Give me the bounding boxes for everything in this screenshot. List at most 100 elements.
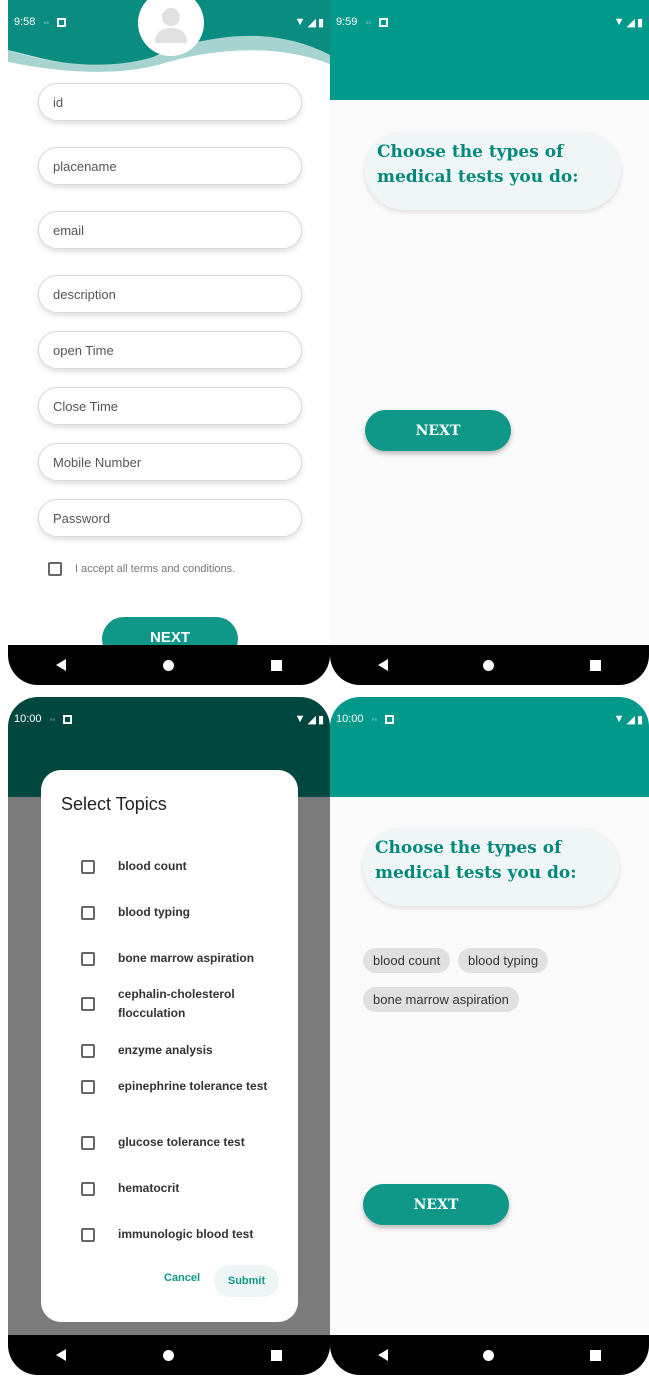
terms-checkbox[interactable] xyxy=(48,562,62,576)
status-icons: ▼ ◢ ▮ xyxy=(295,16,324,29)
nav-bar xyxy=(330,645,649,685)
topic-checkbox[interactable] xyxy=(81,951,95,966)
recent-square-icon[interactable] xyxy=(270,659,282,671)
description-field[interactable]: description xyxy=(38,275,302,313)
open-time-field[interactable]: open Time xyxy=(38,331,302,369)
id-field[interactable]: id xyxy=(38,83,302,121)
topic-label: bone marrow aspiration xyxy=(118,951,255,965)
notification-icon: ◦◦ xyxy=(365,17,372,27)
dialog-title: Select Topics xyxy=(61,794,167,814)
signal-icon: ◢ xyxy=(626,16,635,29)
signal-icon: ◢ xyxy=(626,713,635,726)
selected-test-chip[interactable]: blood typing xyxy=(458,948,549,973)
battery-icon: ▮ xyxy=(317,713,324,726)
topic-label: cephalin-cholesterol flocculation xyxy=(118,987,235,1020)
topic-label: immunologic blood test xyxy=(118,1227,254,1241)
topic-option[interactable]: hematocrit xyxy=(81,1179,291,1198)
tests-prompt: Choose the types of medical tests you do… xyxy=(365,132,621,210)
topic-option[interactable]: enzyme analysis xyxy=(81,1041,291,1060)
topic-checkbox[interactable] xyxy=(81,905,95,920)
sim-icon xyxy=(63,714,73,724)
status-time: 10:00 xyxy=(14,713,42,725)
topic-label: blood count xyxy=(118,859,187,873)
recent-square-icon[interactable] xyxy=(590,1349,602,1361)
topic-checkbox[interactable] xyxy=(81,1181,95,1196)
wifi-icon: ▼ xyxy=(613,16,625,28)
topic-option[interactable]: blood typing xyxy=(81,903,291,922)
topic-option[interactable]: epinephrine tolerance test xyxy=(81,1077,291,1096)
home-circle-icon[interactable] xyxy=(162,659,174,671)
topic-label: glucose tolerance test xyxy=(118,1135,245,1149)
notification-icon: ◦◦ xyxy=(371,714,378,724)
topic-option[interactable]: cephalin-cholesterol flocculation xyxy=(81,985,291,1023)
nav-bar xyxy=(8,1335,330,1375)
battery-icon: ▮ xyxy=(636,713,643,726)
home-circle-icon[interactable] xyxy=(483,1349,495,1361)
status-bar: 10:00 ◦◦ ▼ ◢ ▮ xyxy=(330,697,649,741)
topic-checkbox[interactable] xyxy=(81,997,95,1011)
status-icons: ▼ ◢ ▮ xyxy=(614,16,643,29)
topic-label: enzyme analysis xyxy=(118,1043,213,1057)
back-triangle-icon[interactable] xyxy=(377,659,388,671)
sim-icon xyxy=(379,17,389,27)
topic-checkbox[interactable] xyxy=(81,1043,95,1058)
wifi-icon: ▼ xyxy=(613,713,625,725)
topic-option[interactable]: blood count xyxy=(81,857,291,876)
topic-label: hematocrit xyxy=(118,1181,180,1195)
status-time: 9:58 xyxy=(14,16,36,28)
status-time: 9:59 xyxy=(336,16,358,28)
back-triangle-icon[interactable] xyxy=(56,659,67,671)
wifi-icon: ▼ xyxy=(294,16,306,28)
next-button[interactable]: NEXT xyxy=(363,1184,509,1225)
topic-checkbox[interactable] xyxy=(81,859,95,874)
topic-option[interactable]: glucose tolerance test xyxy=(81,1133,291,1152)
topic-label: epinephrine tolerance test xyxy=(118,1079,268,1093)
sim-icon xyxy=(57,17,67,27)
submit-button[interactable]: Submit xyxy=(214,1265,279,1297)
tests-selected-screen: 10:00 ◦◦ ▼ ◢ ▮ Choose the types of medic… xyxy=(330,697,649,1375)
back-triangle-icon[interactable] xyxy=(377,1349,388,1361)
wifi-icon: ▼ xyxy=(294,713,306,725)
signal-icon: ◢ xyxy=(307,16,316,29)
status-bar: 9:59 ◦◦ ▼ ◢ ▮ xyxy=(330,0,649,44)
notification-icon: ◦◦ xyxy=(49,714,56,724)
status-icons: ▼ ◢ ▮ xyxy=(295,713,324,726)
back-triangle-icon[interactable] xyxy=(56,1349,67,1361)
selected-test-chip[interactable]: bone marrow aspiration xyxy=(363,987,519,1012)
topic-option[interactable]: bone marrow aspiration xyxy=(81,949,291,968)
topic-option[interactable]: immunologic blood test xyxy=(81,1225,291,1244)
nav-bar xyxy=(330,1335,649,1375)
placename-field[interactable]: placename xyxy=(38,147,302,185)
select-topics-screen: 10:00 ◦◦ ▼ ◢ ▮ Select Topics blood count… xyxy=(8,697,330,1375)
user-avatar-icon xyxy=(155,8,187,43)
registration-screen: 9:58 ◦◦ ▼ ◢ ▮ id placename email descrip… xyxy=(8,0,330,685)
status-bar: 10:00 ◦◦ ▼ ◢ ▮ xyxy=(8,697,330,741)
notification-icon: ◦◦ xyxy=(43,17,50,27)
tests-prompt: Choose the types of medical tests you do… xyxy=(363,828,619,906)
topic-label: blood typing xyxy=(118,905,190,919)
email-field[interactable]: email xyxy=(38,211,302,249)
close-time-field[interactable]: Close Time xyxy=(38,387,302,425)
topic-checkbox[interactable] xyxy=(81,1227,95,1242)
terms-row[interactable]: I accept all terms and conditions. xyxy=(48,562,235,576)
recent-square-icon[interactable] xyxy=(270,1349,282,1361)
topic-checkbox[interactable] xyxy=(81,1135,95,1150)
mobile-number-field[interactable]: Mobile Number xyxy=(38,443,302,481)
home-circle-icon[interactable] xyxy=(483,659,495,671)
sim-icon xyxy=(385,714,395,724)
cancel-button[interactable]: Cancel xyxy=(164,1272,200,1284)
status-icons: ▼ ◢ ▮ xyxy=(614,713,643,726)
tests-empty-screen: 9:59 ◦◦ ▼ ◢ ▮ Choose the types of medica… xyxy=(330,0,649,685)
password-field[interactable]: Password xyxy=(38,499,302,537)
next-button[interactable]: NEXT xyxy=(365,410,511,451)
home-circle-icon[interactable] xyxy=(162,1349,174,1361)
screenshot-collage: 9:58 ◦◦ ▼ ◢ ▮ id placename email descrip… xyxy=(0,0,649,1376)
signal-icon: ◢ xyxy=(307,713,316,726)
nav-bar xyxy=(8,645,330,685)
selected-test-chip[interactable]: blood count xyxy=(363,948,451,973)
terms-label: I accept all terms and conditions. xyxy=(75,563,236,575)
topic-checkbox[interactable] xyxy=(81,1079,95,1094)
recent-square-icon[interactable] xyxy=(590,659,602,671)
select-topics-dialog: Select Topics blood count blood typing b… xyxy=(41,770,298,1322)
battery-icon: ▮ xyxy=(636,16,643,29)
